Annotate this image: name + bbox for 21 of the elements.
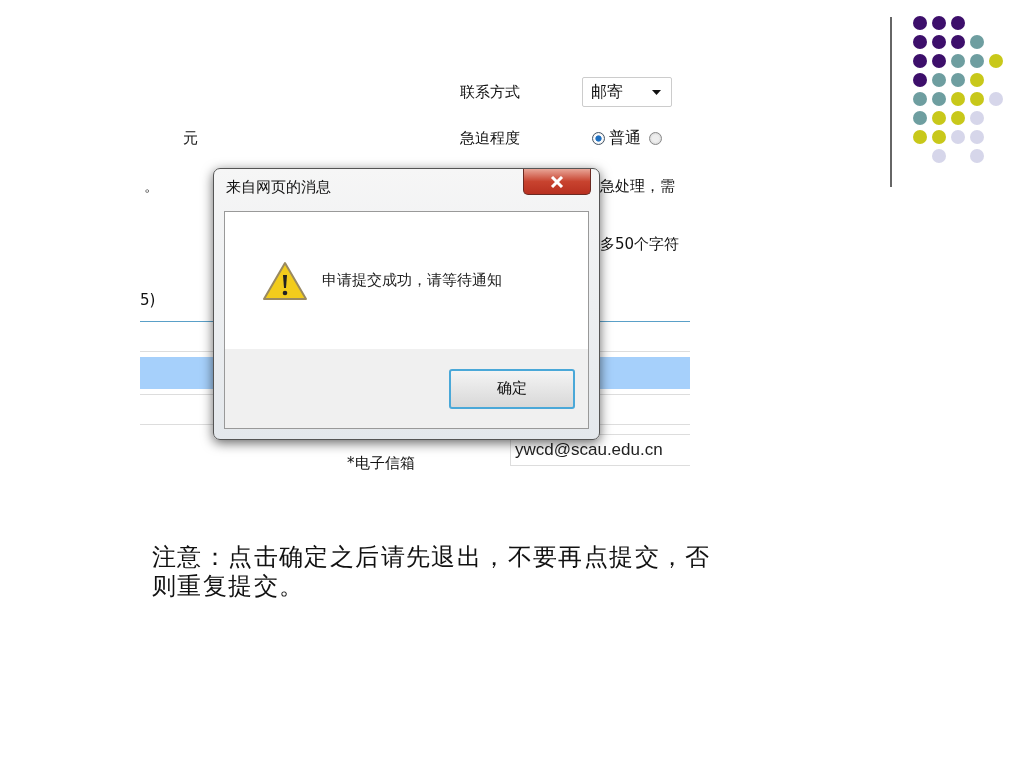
radio-button[interactable] bbox=[592, 131, 605, 145]
dialog-message: 申请提交成功，请等待通知 bbox=[322, 271, 502, 290]
text-fragment: 多50个字符 bbox=[600, 234, 680, 254]
text-fragment: 元 bbox=[183, 128, 198, 148]
text-fragment: 5) bbox=[140, 291, 156, 309]
field-label: *电子信箱 bbox=[347, 454, 416, 473]
warning-icon bbox=[262, 260, 308, 301]
close-button[interactable] bbox=[523, 169, 591, 195]
field-label: 急迫程度 bbox=[460, 128, 521, 148]
text-fragment: 急处理，需 bbox=[600, 176, 675, 196]
contact-method-dropdown[interactable]: 邮寄 bbox=[582, 77, 672, 107]
email-field[interactable]: ywcd@scau.edu.cn bbox=[510, 434, 690, 466]
ok-button[interactable]: 确定 bbox=[449, 368, 575, 409]
note-text: 注意：点击确定之后请先退出，不要再点提交，否则重复提交。 bbox=[152, 543, 712, 601]
radio-label: 普通 bbox=[609, 127, 641, 149]
field-label: 联系方式 bbox=[460, 82, 521, 102]
close-icon bbox=[550, 175, 564, 188]
dialog-title: 来自网页的消息 bbox=[226, 178, 331, 197]
radio-button[interactable] bbox=[649, 131, 662, 145]
caret-icon bbox=[652, 89, 661, 95]
text-fragment: 。 bbox=[144, 176, 159, 196]
